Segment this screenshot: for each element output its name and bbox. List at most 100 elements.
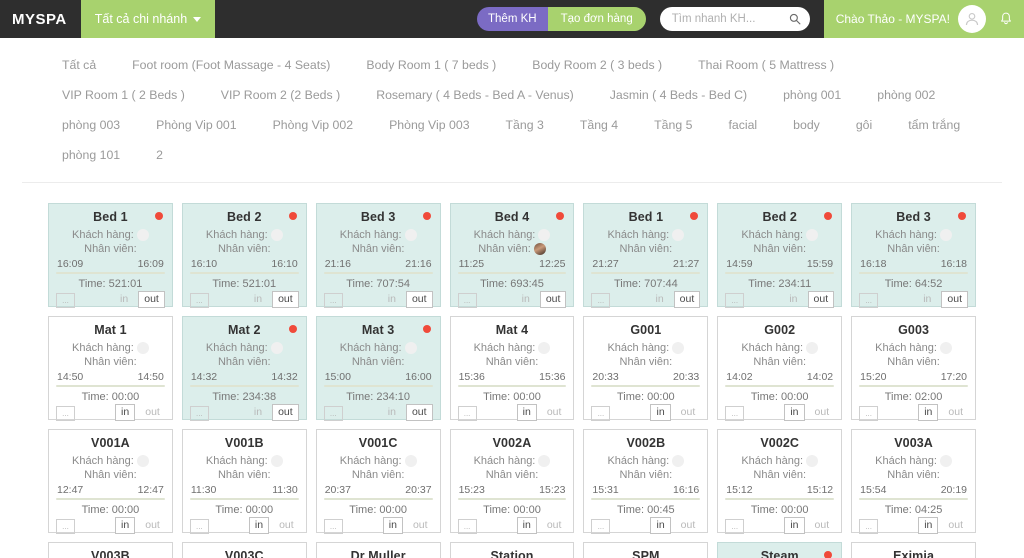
bed-card[interactable]: V003BKhách hàng:Nhân viên: — [48, 542, 173, 558]
bed-card[interactable]: Bed 1 Khách hàng: Nhân viên: 21:27 21:27 Time… — [583, 203, 709, 308]
more-options-button[interactable]: ... — [56, 519, 75, 534]
check-out-button[interactable]: out — [408, 518, 433, 533]
bed-card[interactable]: V002C Khách hàng: Nhân viên: 15:12 15:12 Time… — [717, 429, 843, 534]
check-in-button[interactable]: in — [382, 517, 403, 534]
more-options-button[interactable]: ... — [591, 406, 611, 421]
filter-tab[interactable]: tẩm trắng — [890, 110, 978, 140]
notification-bell-icon[interactable] — [998, 11, 1014, 27]
check-in-button[interactable]: in — [516, 517, 537, 534]
check-in-button[interactable]: in — [650, 292, 668, 307]
filter-tab[interactable]: Tầng 5 — [636, 110, 710, 140]
check-in-button[interactable]: in — [784, 517, 805, 534]
check-in-button[interactable]: in — [115, 517, 136, 534]
check-out-button[interactable]: out — [943, 518, 968, 533]
filter-tab[interactable]: phòng 001 — [765, 80, 859, 110]
filter-tab[interactable]: body — [775, 110, 838, 140]
create-order-button[interactable]: Tạo đơn hàng — [547, 7, 646, 31]
bed-card[interactable]: Mat 2 Khách hàng: Nhân viên: 14:32 14:32 Time… — [181, 316, 307, 421]
check-out-button[interactable]: out — [140, 405, 165, 420]
check-out-button[interactable]: out — [673, 291, 701, 308]
check-in-button[interactable]: in — [516, 404, 537, 421]
more-options-button[interactable]: ... — [56, 293, 75, 308]
bed-card[interactable]: SPMKhách hàng:Nhân viên: — [583, 542, 709, 558]
more-options-button[interactable]: ... — [457, 293, 477, 308]
more-options-button[interactable]: ... — [591, 293, 611, 308]
more-options-button[interactable]: ... — [457, 519, 477, 534]
check-in-button[interactable]: in — [918, 292, 936, 307]
check-out-button[interactable]: out — [810, 405, 835, 420]
check-in-button[interactable]: in — [784, 292, 802, 307]
filter-tab[interactable]: gôi — [838, 110, 890, 140]
more-options-button[interactable]: ... — [859, 293, 879, 308]
more-options-button[interactable]: ... — [725, 406, 745, 421]
branch-selector[interactable]: Tất cả chi nhánh — [80, 0, 216, 38]
filter-tab[interactable]: Phòng Vip 001 — [138, 110, 254, 140]
filter-tab[interactable]: Foot room (Foot Massage - 4 Seats) — [114, 50, 348, 80]
more-options-button[interactable]: ... — [323, 519, 343, 534]
more-options-button[interactable]: ... — [725, 519, 745, 534]
bed-card[interactable]: Bed 2 Khách hàng: Nhân viên: 14:59 15:59 Time… — [717, 203, 843, 308]
bed-card[interactable]: G003 Khách hàng: Nhân viên: 15:20 17:20 Time:… — [851, 316, 976, 421]
check-out-button[interactable]: out — [405, 291, 433, 308]
check-in-button[interactable]: in — [115, 404, 136, 421]
filter-tab[interactable]: Tầng 4 — [562, 110, 636, 140]
check-in-button[interactable]: in — [918, 517, 939, 534]
check-out-button[interactable]: out — [676, 405, 701, 420]
check-in-button[interactable]: in — [918, 404, 939, 421]
check-out-button[interactable]: out — [941, 291, 968, 308]
add-customer-button[interactable]: Thêm KH — [477, 7, 548, 31]
filter-tab[interactable]: VIP Room 2 (2 Beds ) — [203, 80, 358, 110]
check-in-button[interactable]: in — [383, 405, 401, 420]
check-out-button[interactable]: out — [807, 291, 835, 308]
bed-card[interactable]: G001 Khách hàng: Nhân viên: 20:33 20:33 Time:… — [583, 316, 709, 421]
filter-tab[interactable]: Phòng Vip 002 — [255, 110, 371, 140]
filter-tab[interactable]: Phòng Vip 003 — [371, 110, 487, 140]
search-input[interactable] — [659, 7, 810, 31]
check-in-button[interactable]: in — [650, 517, 671, 534]
bed-card[interactable]: EximiaKhách hàng:Nhân viên: — [851, 542, 976, 558]
check-out-button[interactable]: out — [138, 291, 165, 308]
check-out-button[interactable]: out — [810, 518, 835, 533]
more-options-button[interactable]: ... — [725, 293, 745, 308]
filter-tab[interactable]: Body Room 2 ( 3 beds ) — [514, 50, 680, 80]
bed-card[interactable]: Mat 3 Khách hàng: Nhân viên: 15:00 16:00 Time… — [315, 316, 441, 421]
bed-card[interactable]: Bed 3 Khách hàng: Nhân viên: 16:18 16:18 Time… — [851, 203, 976, 308]
filter-tab[interactable]: Tầng 3 — [488, 110, 562, 140]
avatar[interactable] — [958, 5, 986, 33]
check-in-button[interactable]: in — [650, 404, 671, 421]
more-options-button[interactable]: ... — [323, 406, 343, 421]
bed-card[interactable]: V003A Khách hàng: Nhân viên: 15:54 20:19 Time… — [851, 429, 976, 534]
check-out-button[interactable]: out — [274, 518, 299, 533]
check-out-button[interactable]: out — [272, 291, 299, 308]
more-options-button[interactable]: ... — [323, 293, 343, 308]
bed-card[interactable]: Mat 1 Khách hàng: Nhân viên: 14:50 14:50 Time… — [48, 316, 173, 421]
bed-card[interactable]: Dr MullerKhách hàng:Nhân viên: — [315, 542, 441, 558]
check-out-button[interactable]: out — [539, 291, 567, 308]
filter-tab[interactable]: facial — [710, 110, 775, 140]
check-in-button[interactable]: in — [115, 292, 133, 307]
check-out-button[interactable]: out — [542, 518, 567, 533]
check-in-button[interactable]: in — [383, 292, 401, 307]
check-out-button[interactable]: out — [943, 405, 968, 420]
more-options-button[interactable]: ... — [189, 293, 209, 308]
filter-tab[interactable]: Body Room 1 ( 7 beds ) — [348, 50, 514, 80]
check-in-button[interactable]: in — [517, 292, 535, 307]
bed-card[interactable]: V002B Khách hàng: Nhân viên: 15:31 16:16 Time… — [583, 429, 709, 534]
check-in-button[interactable]: in — [249, 405, 267, 420]
bed-card[interactable]: G002 Khách hàng: Nhân viên: 14:02 14:02 Time:… — [717, 316, 843, 421]
check-in-button[interactable]: in — [784, 404, 805, 421]
more-options-button[interactable]: ... — [859, 406, 879, 421]
more-options-button[interactable]: ... — [56, 406, 75, 421]
filter-tab[interactable]: 2 — [138, 140, 181, 170]
check-in-button[interactable]: in — [248, 517, 270, 534]
bed-card[interactable]: Bed 4 Khách hàng: Nhân viên: 11:25 12:25 Time… — [449, 203, 575, 308]
filter-tab[interactable]: phòng 002 — [859, 80, 953, 110]
filter-tab[interactable]: Tất cả — [44, 50, 114, 80]
bed-card[interactable]: SteamKhách hàng:Nhân viên: — [717, 542, 843, 558]
check-out-button[interactable]: out — [140, 518, 165, 533]
more-options-button[interactable]: ... — [457, 406, 477, 421]
filter-tab[interactable]: Rosemary ( 4 Beds - Bed A - Venus) — [358, 80, 592, 110]
more-options-button[interactable]: ... — [591, 519, 611, 534]
bed-card[interactable]: StationKhách hàng:Nhân viên: — [449, 542, 575, 558]
bed-card[interactable]: V001A Khách hàng: Nhân viên: 12:47 12:47 Time… — [48, 429, 173, 534]
